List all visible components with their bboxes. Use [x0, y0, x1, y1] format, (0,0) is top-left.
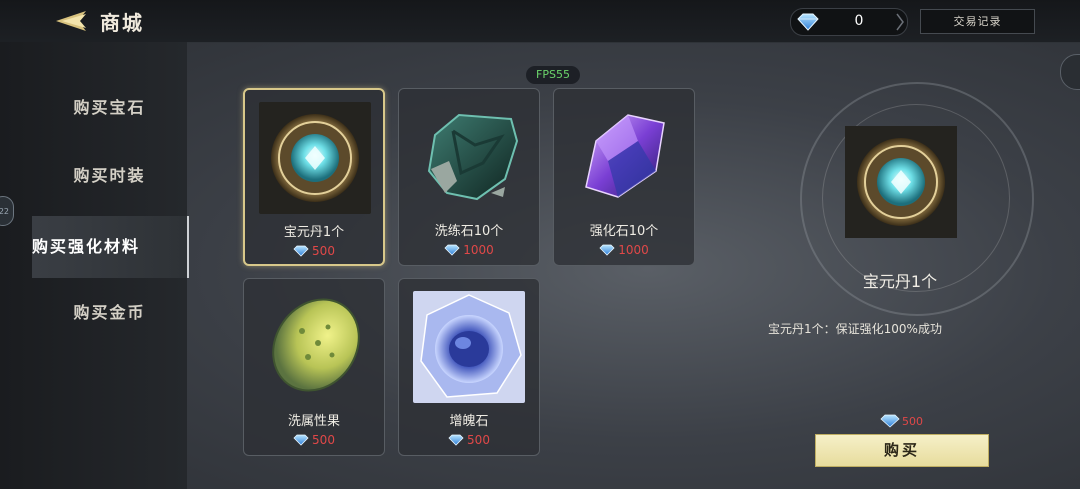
ornate-gem-orb-icon — [259, 102, 371, 214]
buy-button[interactable]: 购买 — [815, 434, 989, 467]
item-price-value: 1000 — [618, 243, 649, 257]
back-button[interactable] — [52, 7, 92, 35]
diamond-icon — [444, 244, 460, 256]
top-bar: 商城 0 交易记录 — [0, 0, 1080, 43]
detail-description: 宝元丹1个：保证强化100%成功 — [768, 322, 942, 336]
item-price-value: 500 — [312, 244, 335, 258]
sidebar-item-gems[interactable]: 购买宝石 — [32, 77, 187, 139]
diamond-icon — [293, 434, 309, 446]
currency-value: 0 — [854, 13, 864, 29]
item-name: 宝元丹1个 — [283, 225, 345, 240]
dark-green-stone-icon — [427, 113, 519, 201]
trade-record-button[interactable]: 交易记录 — [920, 9, 1035, 34]
chevron-right-icon — [896, 13, 904, 31]
diamond-icon — [880, 414, 900, 428]
side-panel-toggle[interactable] — [1060, 54, 1080, 90]
buy-price: 500 — [880, 414, 923, 428]
fps-counter: FPS55 — [526, 66, 580, 84]
item-name: 增魄石 — [449, 414, 489, 429]
diamond-icon — [293, 245, 309, 257]
shop-item-card[interactable]: 宝元丹1个 500 — [243, 88, 385, 266]
item-price-value: 500 — [467, 433, 490, 447]
item-name: 洗属性果 — [287, 414, 340, 429]
yellow-green-fruit-icon — [272, 298, 360, 392]
page-title: 商城 — [100, 11, 144, 35]
item-price-value: 500 — [312, 433, 335, 447]
sidebar-item-fashion[interactable]: 购买时装 — [32, 145, 187, 207]
item-name: 强化石10个 — [589, 224, 659, 239]
side-toggle-handle[interactable]: 22 — [0, 196, 14, 226]
item-price: 1000 — [399, 243, 539, 257]
item-price-value: 1000 — [463, 243, 494, 257]
blue-crystal-stone-icon — [413, 291, 525, 403]
sidebar-item-enhance-materials[interactable]: 购买强化材料 — [32, 216, 189, 278]
diamond-icon — [599, 244, 615, 256]
shop-item-card[interactable]: 强化石10个 1000 — [553, 88, 695, 266]
diamond-icon — [448, 434, 464, 446]
item-price: 500 — [244, 433, 384, 447]
back-arrow-icon — [56, 11, 86, 31]
ornate-gem-orb-icon — [845, 126, 957, 238]
detail-item-name: 宝元丹1个 — [862, 272, 938, 291]
diamond-icon — [797, 13, 819, 31]
currency-display: 0 — [790, 8, 908, 36]
item-price: 500 — [399, 433, 539, 447]
buy-price-value: 500 — [902, 415, 923, 428]
shop-item-card[interactable]: 洗属性果 500 — [243, 278, 385, 456]
shop-item-card[interactable]: 洗练石10个 1000 — [398, 88, 540, 266]
sidebar-item-gold[interactable]: 购买金币 — [32, 282, 187, 344]
shop-item-card[interactable]: 增魄石 500 — [398, 278, 540, 456]
purple-crystal-icon — [585, 114, 665, 198]
item-price: 500 — [245, 244, 383, 258]
item-price: 1000 — [554, 243, 694, 257]
item-name: 洗练石10个 — [434, 224, 504, 239]
category-sidebar: 购买宝石 购买时装 购买强化材料 购买金币 22 — [0, 42, 189, 489]
